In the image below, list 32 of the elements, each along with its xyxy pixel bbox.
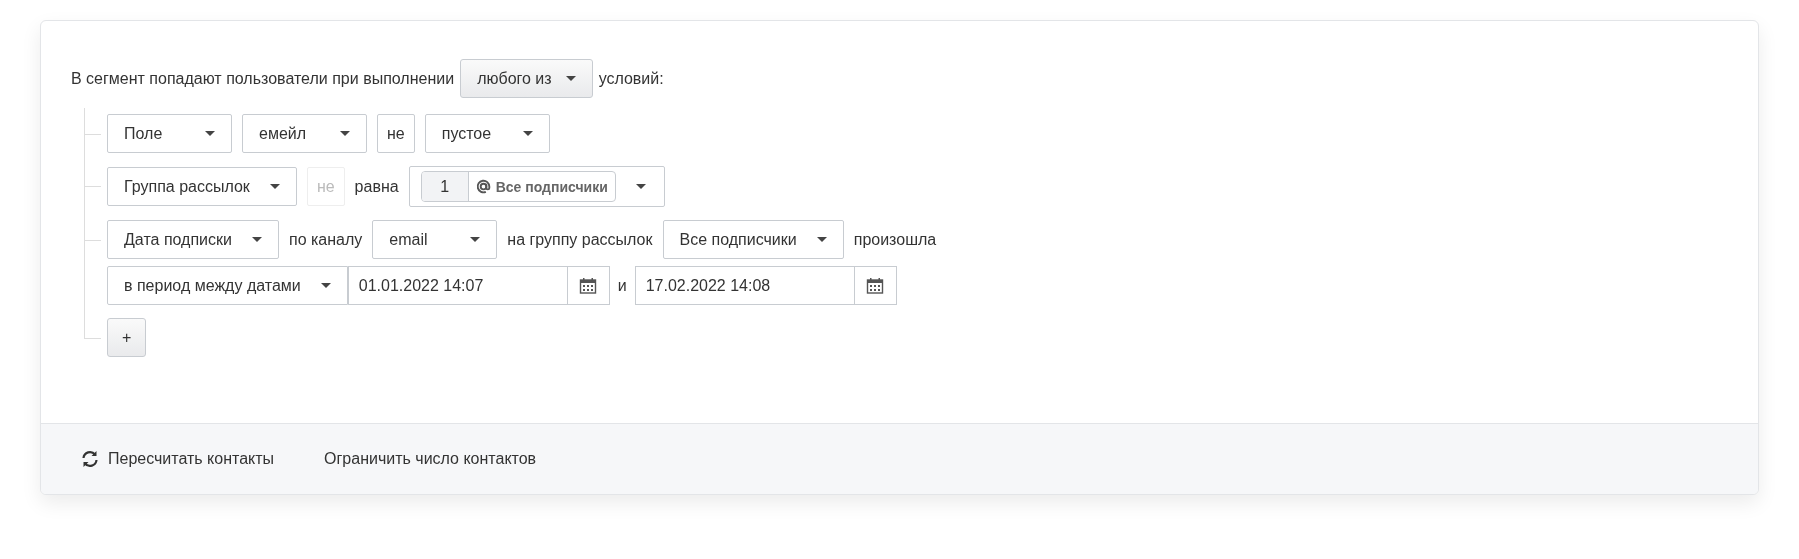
condition-dropdown[interactable]: Поле bbox=[107, 114, 232, 153]
condition-dropdown[interactable]: Группа рассылок bbox=[107, 167, 297, 206]
at-sign-icon bbox=[475, 179, 491, 194]
tag-count: 1 bbox=[421, 172, 469, 201]
tag-text: Все подписчики bbox=[495, 178, 608, 195]
calendar-icon bbox=[866, 276, 885, 295]
intro-text: условий: bbox=[598, 69, 664, 88]
condition-text: равна bbox=[354, 177, 399, 196]
caret-icon bbox=[635, 184, 646, 189]
conjunction-text: и bbox=[616, 275, 628, 296]
condition-text: по каналу bbox=[288, 230, 363, 249]
condition-dropdown[interactable]: email bbox=[372, 220, 498, 259]
date-field[interactable]: 01.01.2022 14:07 bbox=[347, 266, 568, 305]
negation-toggle[interactable]: не bbox=[377, 114, 415, 153]
condition-dropdown[interactable]: емейл bbox=[242, 114, 367, 153]
group-select-field[interactable]: 1 Все подписчики bbox=[408, 166, 665, 207]
refresh-icon bbox=[80, 449, 100, 469]
condition-dropdown[interactable]: Дата подписки bbox=[107, 220, 279, 259]
condition-text: произошла bbox=[853, 230, 937, 249]
calendar-button[interactable] bbox=[567, 266, 610, 305]
intro-text: В сегмент попадают пользователи при выполнении bbox=[71, 69, 455, 88]
calendar-button[interactable] bbox=[854, 266, 897, 305]
condition-dropdown[interactable]: в период между датами bbox=[107, 266, 348, 305]
condition-dropdown[interactable]: пустое bbox=[424, 114, 550, 153]
mode-dropdown[interactable]: любого из bbox=[460, 59, 593, 98]
date-field[interactable]: 17.02.2022 14:08 bbox=[634, 266, 855, 305]
add-condition-button[interactable]: + bbox=[107, 318, 147, 357]
calendar-icon bbox=[579, 276, 598, 295]
limit-contacts-link[interactable]: Ограничить число контактов bbox=[324, 450, 537, 468]
condition-dropdown[interactable]: Все подписчики bbox=[662, 220, 844, 259]
condition-text: на группу рассылок bbox=[507, 230, 653, 249]
recalculate-link[interactable]: Пересчитать контакты bbox=[80, 449, 275, 469]
